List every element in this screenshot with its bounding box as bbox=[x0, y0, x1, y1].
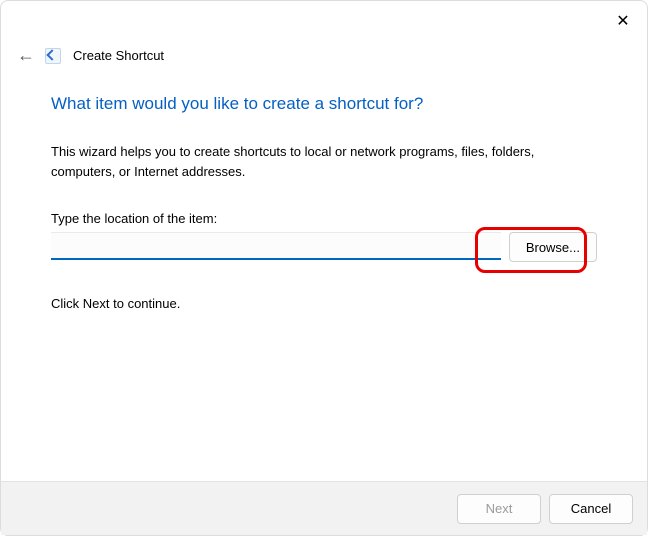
continue-hint: Click Next to continue. bbox=[51, 296, 597, 311]
close-icon: ✕ bbox=[616, 11, 629, 31]
wizard-heading: What item would you like to create a sho… bbox=[51, 94, 597, 114]
close-button[interactable]: ✕ bbox=[611, 9, 635, 33]
wizard-description: This wizard helps you to create shortcut… bbox=[51, 142, 597, 181]
wizard-footer: Next Cancel bbox=[1, 481, 647, 535]
location-input[interactable] bbox=[51, 232, 501, 260]
cancel-button[interactable]: Cancel bbox=[549, 494, 633, 524]
wizard-content: What item would you like to create a sho… bbox=[1, 66, 647, 311]
wizard-header: ← Create Shortcut bbox=[1, 1, 647, 66]
browse-button[interactable]: Browse... bbox=[509, 232, 597, 262]
location-label: Type the location of the item: bbox=[51, 211, 597, 226]
back-arrow-icon: ← bbox=[15, 45, 37, 66]
shortcut-icon bbox=[45, 48, 61, 64]
location-row: Browse... bbox=[51, 232, 597, 262]
window-title: Create Shortcut bbox=[73, 48, 164, 63]
next-button: Next bbox=[457, 494, 541, 524]
